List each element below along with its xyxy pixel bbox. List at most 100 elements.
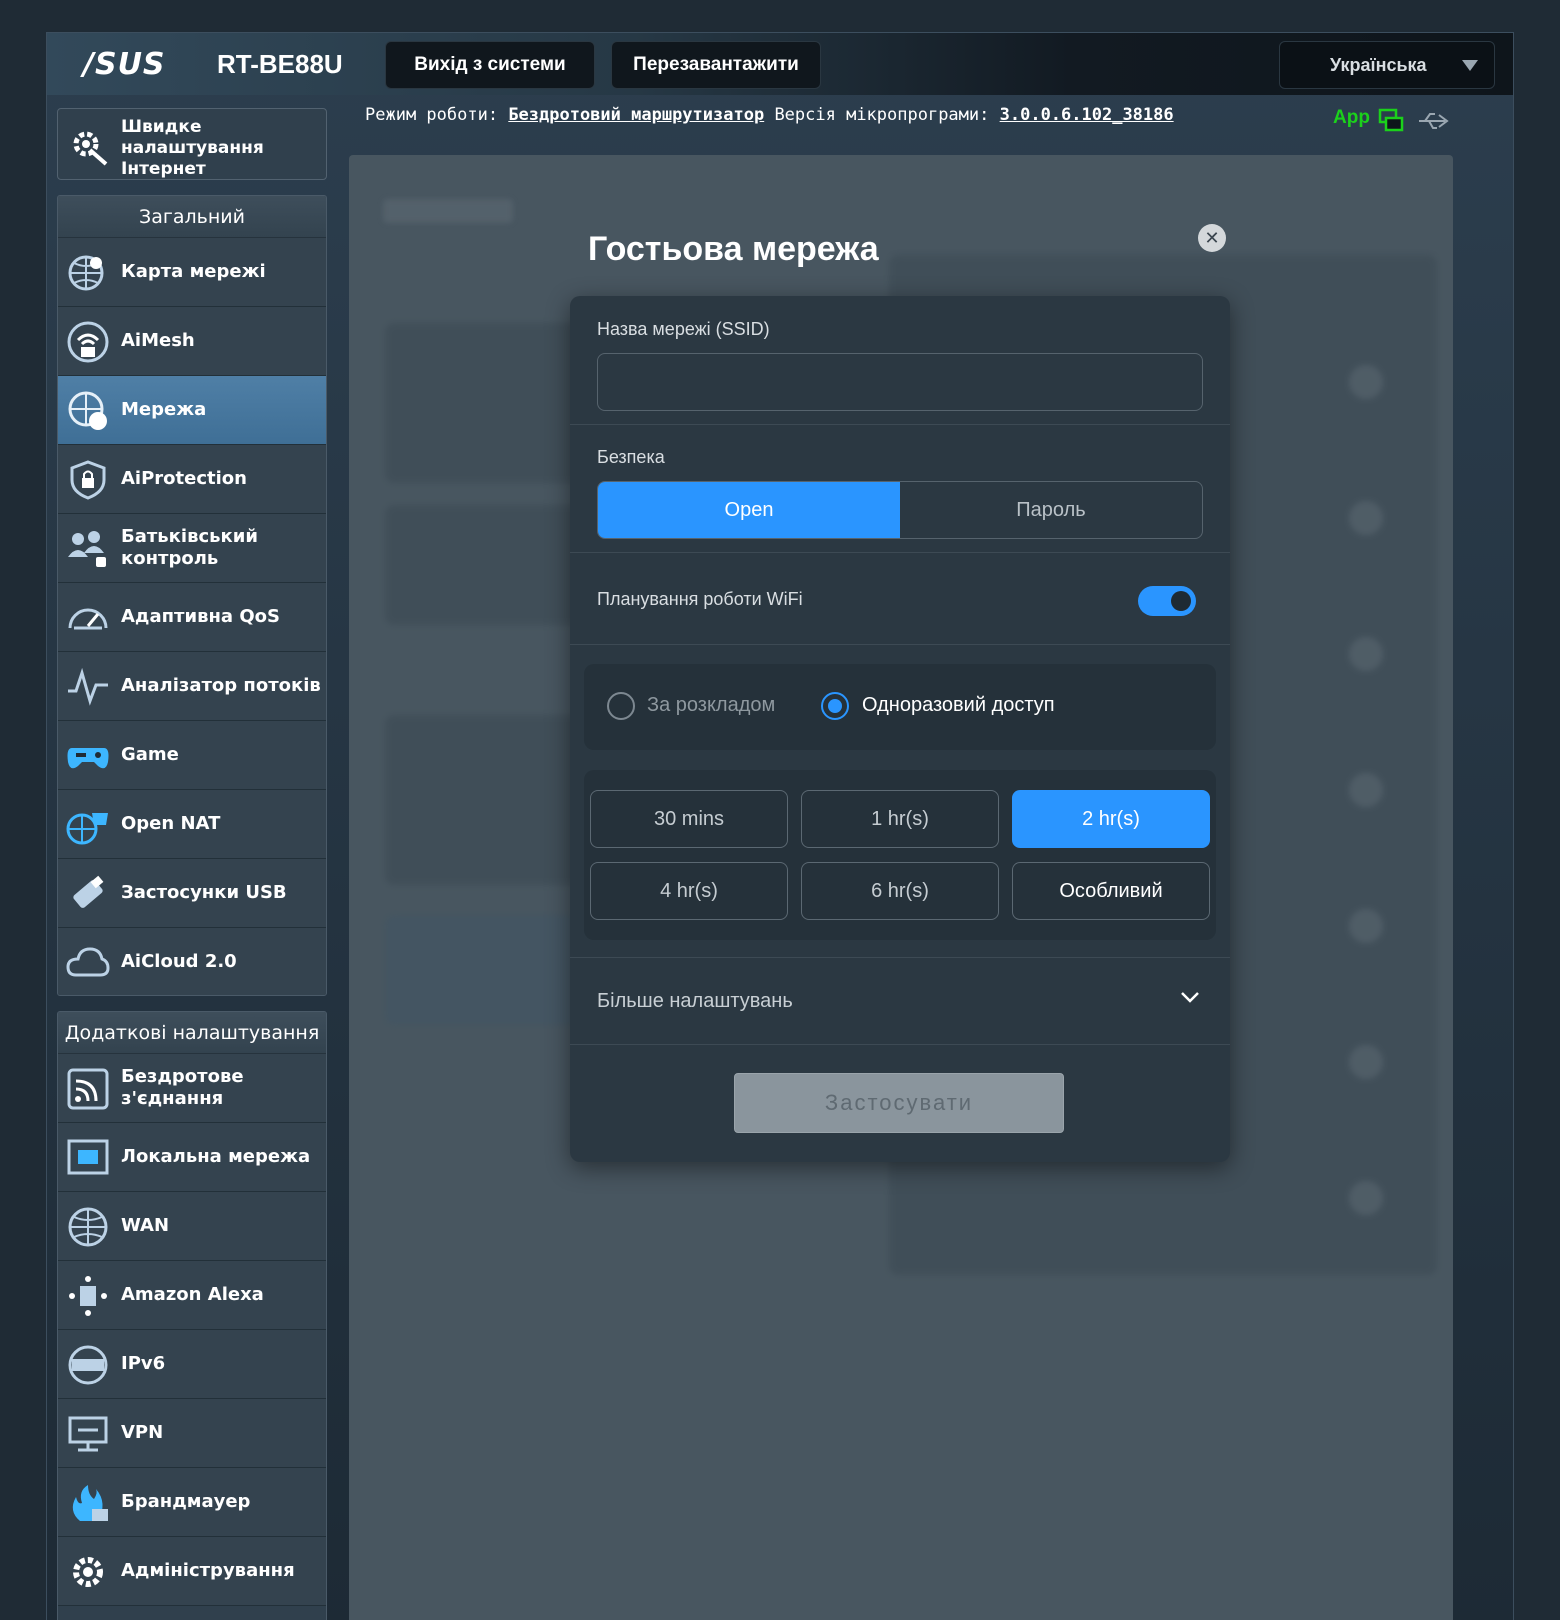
sidebar-item-label: Amazon Alexa <box>121 1284 264 1305</box>
model-name: RT-BE88U <box>217 49 343 79</box>
sidebar-item-label: Брандмауер <box>121 1491 251 1512</box>
sidebar-item-adaptive-qos[interactable]: Адаптивна QoS <box>58 583 326 652</box>
divider <box>570 424 1230 425</box>
ssid-label: Назва мережі (SSID) <box>597 319 770 339</box>
gauge-icon <box>68 608 108 630</box>
admin-gear-icon <box>73 1557 103 1587</box>
by-schedule-label[interactable]: За розкладом <box>647 694 775 717</box>
divider <box>570 957 1230 958</box>
sidebar-item-aiprotection[interactable]: AiProtection <box>58 445 326 514</box>
vpn-icon <box>68 1416 108 1452</box>
sidebar-item-traffic-analyzer[interactable]: Аналізатор потоків <box>58 652 326 721</box>
sidebar-item-network[interactable]: Мережа <box>58 376 326 445</box>
sidebar-item-ipv6[interactable]: IPv6 <box>58 1330 326 1399</box>
ipv6-icon <box>68 1345 108 1385</box>
sidebar-general: Загальний Карта мережі AiMesh Мережа AiP… <box>57 195 327 996</box>
sidebar-item-label: AiProtection <box>121 468 247 489</box>
duration-custom[interactable]: Особливий <box>1012 862 1210 920</box>
top-bar: /SUS RT-BE88U Вихід з системи Перезавант… <box>47 33 1513 95</box>
sidebar-item-game[interactable]: Game <box>58 721 326 790</box>
sidebar-item-label: Open NAT <box>121 813 221 834</box>
sidebar-item-lan[interactable]: Локальна мережа <box>58 1123 326 1192</box>
alexa-icon <box>69 1276 107 1316</box>
sidebar-item-label: Бездротове з'єднання <box>121 1066 244 1109</box>
divider <box>570 644 1230 645</box>
divider <box>570 1044 1230 1045</box>
duration-1-hr[interactable]: 1 hr(s) <box>801 790 999 848</box>
security-password-option[interactable]: Пароль <box>900 482 1202 538</box>
duration-4-hr[interactable]: 4 hr(s) <box>590 862 788 920</box>
network-map-icon <box>68 255 104 291</box>
sidebar-item-amazon-alexa[interactable]: Amazon Alexa <box>58 1261 326 1330</box>
firmware-link[interactable]: 3.0.0.6.102_38186 <box>1000 105 1174 125</box>
network-globe-icon <box>68 391 107 430</box>
gamepad-icon <box>67 748 109 769</box>
sidebar-item-label: IPv6 <box>121 1353 166 1374</box>
ssid-input[interactable] <box>597 353 1203 411</box>
aimesh-icon <box>67 321 109 363</box>
sidebar-item-label: Мережа <box>121 399 207 420</box>
sidebar-item-label: Адаптивна QoS <box>121 606 280 627</box>
wan-globe-icon <box>68 1207 108 1247</box>
asus-logo: /SUS <box>83 47 166 82</box>
language-select[interactable]: Українська <box>1279 41 1495 89</box>
security-label: Безпека <box>597 447 665 467</box>
mode-link[interactable]: Бездротовий маршрутизатор <box>508 105 764 125</box>
duration-2-hr[interactable]: 2 hr(s) <box>1012 790 1210 848</box>
sidebar-item-network-map[interactable]: Карта мережі <box>58 238 326 307</box>
quick-setup-gear-icon <box>73 131 108 166</box>
usb-status-icon[interactable] <box>1417 111 1449 131</box>
quick-setup-button[interactable]: Швидке налаштування Інтернет <box>57 108 327 180</box>
shield-lock-icon <box>70 460 106 500</box>
duration-30-mins[interactable]: 30 mins <box>590 790 788 848</box>
reboot-button[interactable]: Перезавантажити <box>611 41 821 89</box>
close-icon[interactable]: ✕ <box>1198 224 1226 252</box>
sidebar-item-wireless[interactable]: Бездротове з'єднання <box>58 1054 326 1123</box>
wifi-schedule-toggle[interactable] <box>1138 586 1196 616</box>
sidebar-item-firewall[interactable]: Брандмауер <box>58 1468 326 1537</box>
logout-button[interactable]: Вихід з системи <box>385 41 595 89</box>
firewall-icon <box>72 1485 108 1521</box>
sidebar-item-vpn[interactable]: VPN <box>58 1399 326 1468</box>
guest-network-dialog: Назва мережі (SSID) Безпека Open Пароль … <box>570 296 1230 1162</box>
dropdown-arrow-icon <box>1462 60 1478 71</box>
open-nat-icon <box>66 813 108 845</box>
sidebar-item-label: AiMesh <box>121 330 195 351</box>
duration-group: 30 mins 1 hr(s) 2 hr(s) 4 hr(s) 6 hr(s) … <box>584 770 1216 940</box>
toggle-knob <box>1171 591 1191 611</box>
more-settings-label[interactable]: Більше налаштувань <box>597 990 793 1013</box>
language-label: Українська <box>1330 55 1427 75</box>
sidebar-item-wan[interactable]: WAN <box>58 1192 326 1261</box>
parental-control-icon <box>68 531 106 567</box>
sidebar-item-label: Адміністрування <box>121 1560 295 1581</box>
sidebar-item-usb-apps[interactable]: Застосунки USB <box>58 859 326 928</box>
modal-title: Гостьова мережа <box>588 230 879 268</box>
chevron-down-icon[interactable] <box>1180 990 1200 1004</box>
sidebar-item-label: VPN <box>121 1422 164 1443</box>
general-header: Загальний <box>58 196 326 238</box>
sidebar-advanced: Додаткові налаштування Бездротове з'єдна… <box>57 1011 327 1620</box>
cloud-icon <box>66 947 110 977</box>
duration-6-hr[interactable]: 6 hr(s) <box>801 862 999 920</box>
traffic-analyzer-icon <box>68 667 108 706</box>
wifi-schedule-label: Планування роботи WiFi <box>597 589 803 609</box>
sidebar-item-open-nat[interactable]: Open NAT <box>58 790 326 859</box>
radio-by-schedule[interactable] <box>607 692 635 720</box>
app-label[interactable]: App <box>1333 107 1370 129</box>
status-line: Режим роботи: Бездротовий маршрутизатор … <box>365 105 1174 125</box>
sidebar-item-administration[interactable]: Адміністрування <box>58 1537 326 1606</box>
app-devices-icon[interactable] <box>1377 107 1405 135</box>
sidebar-item-label: WAN <box>121 1215 170 1236</box>
sidebar-item-label: Застосунки USB <box>121 882 287 903</box>
wireless-icon <box>67 1068 109 1110</box>
sidebar-item-aicloud[interactable]: AiCloud 2.0 <box>58 928 326 995</box>
one-time-access-label[interactable]: Одноразовий доступ <box>862 694 1055 717</box>
sidebar-item-aimesh[interactable]: AiMesh <box>58 307 326 376</box>
sidebar-item-label: Game <box>121 744 179 765</box>
security-open-option[interactable]: Open <box>598 482 900 538</box>
apply-button[interactable]: Застосувати <box>734 1073 1064 1133</box>
sidebar-item-parental-control[interactable]: Батьківський контроль <box>58 514 326 583</box>
sidebar-item-label: Батьківський контроль <box>121 526 258 569</box>
radio-one-time-access[interactable] <box>821 692 849 720</box>
access-type-group: За розкладом Одноразовий доступ <box>584 664 1216 750</box>
